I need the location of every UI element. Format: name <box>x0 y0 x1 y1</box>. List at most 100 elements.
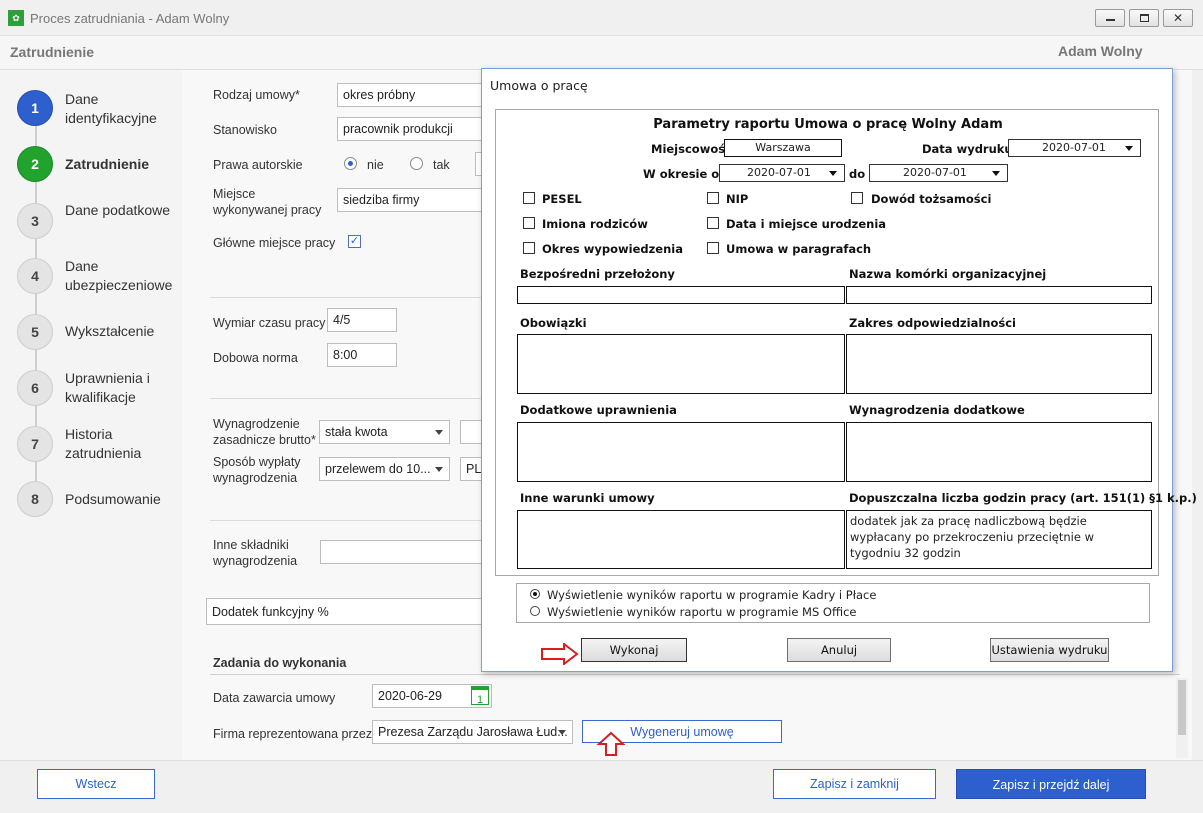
godziny-field[interactable]: dodatek jak za pracę nadliczbową będzie … <box>846 510 1152 569</box>
godziny-label: Dopuszczalna liczba godzin pracy (art. 1… <box>849 491 1197 505</box>
wynagrodzenie-dropdown[interactable]: stała kwota <box>319 420 450 444</box>
title-bar: ✿ Proces zatrudniania - Adam Wolny ✕ <box>0 0 1203 36</box>
prawa-nie-radio[interactable] <box>344 157 357 170</box>
ustawienia-wydruku-button[interactable]: Ustawienia wydruku <box>990 638 1109 662</box>
step-4-circle[interactable]: 4 <box>17 258 53 294</box>
output-kadry-label: Wyświetlenie wyników raportu w programie… <box>547 588 877 602</box>
data-wydruku-label: Data wydruku: <box>922 142 1018 156</box>
uprawnienia-label: Dodatkowe uprawnienia <box>520 403 677 417</box>
close-button[interactable]: ✕ <box>1163 9 1193 27</box>
calendar-icon[interactable]: 1 <box>471 686 489 706</box>
inne-skladniki-field[interactable] <box>320 540 487 564</box>
step-5-circle[interactable]: 5 <box>17 314 53 350</box>
chevron-down-icon <box>435 430 443 435</box>
imiona-rodzicow-label: Imiona rodziców <box>542 217 648 231</box>
firma-label: Firma reprezentowana przez <box>213 727 373 741</box>
arrow-up-icon <box>596 731 626 756</box>
data-wydruku-dropdown[interactable]: 2020-07-01 <box>1008 139 1141 157</box>
prawa-tak-radio[interactable] <box>410 157 423 170</box>
sposob-wyplaty-value: przelewem do 10... <box>325 462 431 476</box>
komorka-field[interactable] <box>846 286 1152 304</box>
step-8-circle[interactable]: 8 <box>17 481 53 517</box>
nip-checkbox[interactable] <box>707 192 719 204</box>
save-next-button[interactable]: Zapisz i przejdź dalej <box>956 769 1146 799</box>
back-button[interactable]: Wstecz <box>37 769 155 799</box>
firma-dropdown[interactable]: Prezesa Zarządu Jarosława Łud... <box>372 720 573 744</box>
rodzaj-umowy-label: Rodzaj umowy* <box>213 88 300 102</box>
anuluj-button[interactable]: Anuluj <box>787 638 891 662</box>
wymiar-field[interactable]: 4/5 <box>327 308 397 332</box>
obowiazki-field[interactable] <box>517 334 845 394</box>
step-3-circle[interactable]: 3 <box>17 203 53 239</box>
scrollbar[interactable] <box>1176 678 1188 758</box>
pesel-label: PESEL <box>542 192 582 206</box>
window-title: Proces zatrudniania - Adam Wolny <box>30 11 230 26</box>
chevron-down-icon <box>435 467 443 472</box>
output-options-group: Wyświetlenie wyników raportu w programie… <box>516 583 1150 623</box>
data-zawarcia-value: 2020-06-29 <box>378 689 442 703</box>
okres-od-dropdown[interactable]: 2020-07-01 <box>719 164 845 182</box>
separator <box>210 674 1180 675</box>
do-label: do <box>849 167 866 181</box>
inne-warunki-label: Inne warunki umowy <box>520 491 655 505</box>
zakres-field[interactable] <box>846 334 1152 394</box>
wynagrodzenie-label: Wynagrodzenie zasadnicze brutto* <box>213 417 316 447</box>
nip-label: NIP <box>726 192 749 206</box>
okres-do-dropdown[interactable]: 2020-07-01 <box>869 164 1008 182</box>
step-5-label[interactable]: Wykształcenie <box>65 322 180 341</box>
output-kadry-radio[interactable] <box>530 589 540 599</box>
maximize-button[interactable] <box>1129 9 1159 27</box>
dowod-label: Dowód tożsamości <box>871 192 992 206</box>
firma-value: Prezesa Zarządu Jarosława Łud... <box>378 725 568 739</box>
imiona-rodzicow-checkbox[interactable] <box>523 217 535 229</box>
komorka-label: Nazwa komórki organizacyjnej <box>849 267 1047 281</box>
obowiazki-label: Obowiązki <box>520 316 587 330</box>
dobowa-label: Dobowa norma <box>213 351 298 365</box>
inne-warunki-field[interactable] <box>517 510 845 569</box>
step-6-label[interactable]: Uprawnienia i kwalifikacje <box>65 369 180 407</box>
okres-wypowiedzenia-checkbox[interactable] <box>523 242 535 254</box>
wykonaj-button[interactable]: Wykonaj <box>581 638 687 662</box>
umowa-dialog: Umowa o pracę Parametry raportu Umowa o … <box>481 68 1197 672</box>
scrollbar-thumb[interactable] <box>1178 680 1186 735</box>
wynagrodzenia-dodatkowe-label: Wynagrodzenia dodatkowe <box>849 403 1025 417</box>
glowne-miejsce-checkbox[interactable]: ✓ <box>348 235 361 248</box>
step-6-circle[interactable]: 6 <box>17 370 53 406</box>
step-1-label[interactable]: Dane identyfikacyjne <box>65 90 180 128</box>
uprawnienia-field[interactable] <box>517 422 845 482</box>
dodatek-field[interactable]: Dodatek funkcyjny % <box>206 598 487 625</box>
page-header: Zatrudnienie Adam Wolny <box>0 36 1203 70</box>
step-2-circle[interactable]: 2 <box>17 146 53 182</box>
app-icon: ✿ <box>8 10 24 26</box>
dowod-checkbox[interactable] <box>851 192 863 204</box>
dialog-title: Umowa o pracę <box>490 78 588 93</box>
save-close-button[interactable]: Zapisz i zamknij <box>773 769 936 799</box>
wymiar-label: Wymiar czasu pracy <box>213 316 326 330</box>
dobowa-field[interactable]: 8:00 <box>327 343 397 367</box>
step-2-label[interactable]: Zatrudnienie <box>65 155 180 174</box>
step-8-label[interactable]: Podsumowanie <box>65 490 180 509</box>
sposob-wyplaty-dropdown[interactable]: przelewem do 10... <box>319 457 450 481</box>
minimize-button[interactable] <box>1095 9 1125 27</box>
separator <box>210 398 485 399</box>
stanowisko-field[interactable]: pracownik produkcji <box>337 117 487 141</box>
step-7-label[interactable]: Historia zatrudnienia <box>65 425 180 463</box>
data-zawarcia-label: Data zawarcia umowy <box>213 691 336 705</box>
przelozony-field[interactable] <box>517 286 845 304</box>
wynagrodzenia-dodatkowe-field[interactable] <box>846 422 1152 482</box>
pesel-checkbox[interactable] <box>523 192 535 204</box>
step-1-circle[interactable]: 1 <box>17 90 53 126</box>
chevron-down-icon <box>558 730 566 735</box>
zadania-heading: Zadania do wykonania <box>213 656 347 670</box>
rodzaj-umowy-field[interactable]: okres próbny <box>337 83 487 107</box>
step-3-label[interactable]: Dane podatkowe <box>65 201 180 220</box>
miejsce-pracy-field[interactable]: siedziba firmy <box>337 188 487 212</box>
miejscowosc-field[interactable]: Warszawa <box>724 139 842 157</box>
przelozony-label: Bezpośredni przełożony <box>520 267 675 281</box>
umowa-paragrafach-checkbox[interactable] <box>707 242 719 254</box>
step-7-circle[interactable]: 7 <box>17 426 53 462</box>
output-office-radio[interactable] <box>530 606 540 616</box>
data-urodzenia-checkbox[interactable] <box>707 217 719 229</box>
output-office-label: Wyświetlenie wyników raportu w programie… <box>547 605 857 619</box>
step-4-label[interactable]: Dane ubezpieczeniowe <box>65 257 180 295</box>
